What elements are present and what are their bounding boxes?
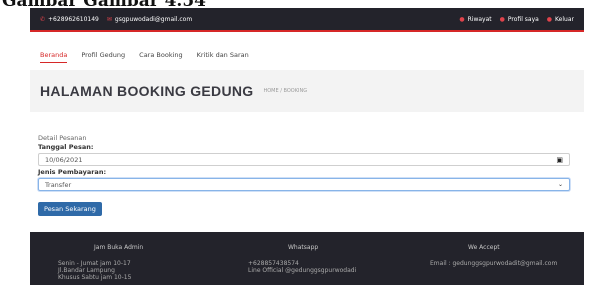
calendar-icon[interactable]: ▣ xyxy=(556,156,563,164)
nav-beranda[interactable]: Beranda xyxy=(40,48,68,63)
date-value: 10/06/2021 xyxy=(45,155,83,164)
hours-line-2: Jl.Bandar Lampung xyxy=(58,267,115,274)
top-bar: ✆ +628962610149 ✉ gsgpuwodadi@gmail.com … xyxy=(30,8,584,32)
accept-title: We Accept xyxy=(468,244,500,251)
history-icon: ● xyxy=(459,15,465,23)
footer-whatsapp: Whatsapp +628857438574 Line Official @ge… xyxy=(248,244,356,274)
hours-line-1: Senin - Jumat jam 10-17 xyxy=(58,260,131,267)
whatsapp-line-1: +628857438574 xyxy=(248,260,299,267)
accept-line: Email : gedunggsgpurwodadit@gmail.com xyxy=(430,260,558,267)
main-nav: Beranda Profil Gedung Cara Booking Kriti… xyxy=(30,40,584,70)
date-label: Tanggal Pesan: xyxy=(38,143,94,151)
email-info: ✉ gsgpuwodadi@gmail.com xyxy=(107,16,192,23)
keluar-link[interactable]: ● Keluar xyxy=(547,16,574,23)
profil-saya-label: Profil saya xyxy=(507,15,539,23)
nav-cara-booking[interactable]: Cara Booking xyxy=(139,48,182,62)
page-title: HALAMAN BOOKING GEDUNG xyxy=(40,83,254,99)
breadcrumb-separator: / xyxy=(280,88,282,94)
whatsapp-title: Whatsapp xyxy=(288,244,319,251)
page-header: HALAMAN BOOKING GEDUNG HOME / BOOKING xyxy=(30,70,584,112)
phone-info: ✆ +628962610149 xyxy=(40,16,99,23)
breadcrumb-current: BOOKING xyxy=(283,88,308,94)
whatsapp-line-2: Line Official @gedunggsgpurwodadi xyxy=(248,267,357,274)
breadcrumb: HOME / BOOKING xyxy=(263,88,307,94)
submit-button[interactable]: Pesan Sekarang xyxy=(38,202,102,216)
footer: Jam Buka Admin Senin - Jumat jam 10-17 J… xyxy=(30,232,584,285)
riwayat-link[interactable]: ● Riwayat xyxy=(459,16,491,23)
phone-text: +628962610149 xyxy=(48,15,99,23)
booking-form: Detail Pesanan Tanggal Pesan: 10/06/2021… xyxy=(38,134,578,216)
breadcrumb-home[interactable]: HOME xyxy=(263,88,278,94)
hours-title: Jam Buka Admin xyxy=(94,244,144,251)
profil-saya-link[interactable]: ● Profil saya xyxy=(500,16,539,23)
payment-value: Transfer xyxy=(45,180,72,189)
account-links: ● Riwayat ● Profil saya ● Keluar xyxy=(459,16,574,23)
email-icon: ✉ xyxy=(106,15,112,23)
section-title: Detail Pesanan xyxy=(38,134,87,142)
riwayat-label: Riwayat xyxy=(467,15,492,23)
logout-icon: ● xyxy=(546,15,553,23)
footer-hours: Jam Buka Admin Senin - Jumat jam 10-17 J… xyxy=(58,244,143,281)
phone-icon: ✆ xyxy=(40,15,46,23)
nav-profil-gedung[interactable]: Profil Gedung xyxy=(81,48,125,62)
footer-accept: We Accept Email : gedunggsgpurwodadit@gm… xyxy=(430,244,557,267)
keluar-label: Keluar xyxy=(555,15,574,23)
chevron-down-icon: ⌄ xyxy=(557,181,563,188)
figure-caption: Gambar Gambar 4.54 xyxy=(0,0,596,8)
payment-label: Jenis Pembayaran: xyxy=(38,168,107,176)
nav-kritik-saran[interactable]: Kritik dan Saran xyxy=(197,48,249,62)
contact-info: ✆ +628962610149 ✉ gsgpuwodadi@gmail.com xyxy=(40,16,192,23)
date-input[interactable]: 10/06/2021 ▣ xyxy=(38,153,570,166)
user-icon: ● xyxy=(499,15,505,23)
email-text: gsgpuwodadi@gmail.com xyxy=(114,15,193,23)
payment-select[interactable]: Transfer ⌄ xyxy=(38,178,570,191)
hours-line-3: Khusus Sabtu jam 10-15 xyxy=(58,274,132,281)
